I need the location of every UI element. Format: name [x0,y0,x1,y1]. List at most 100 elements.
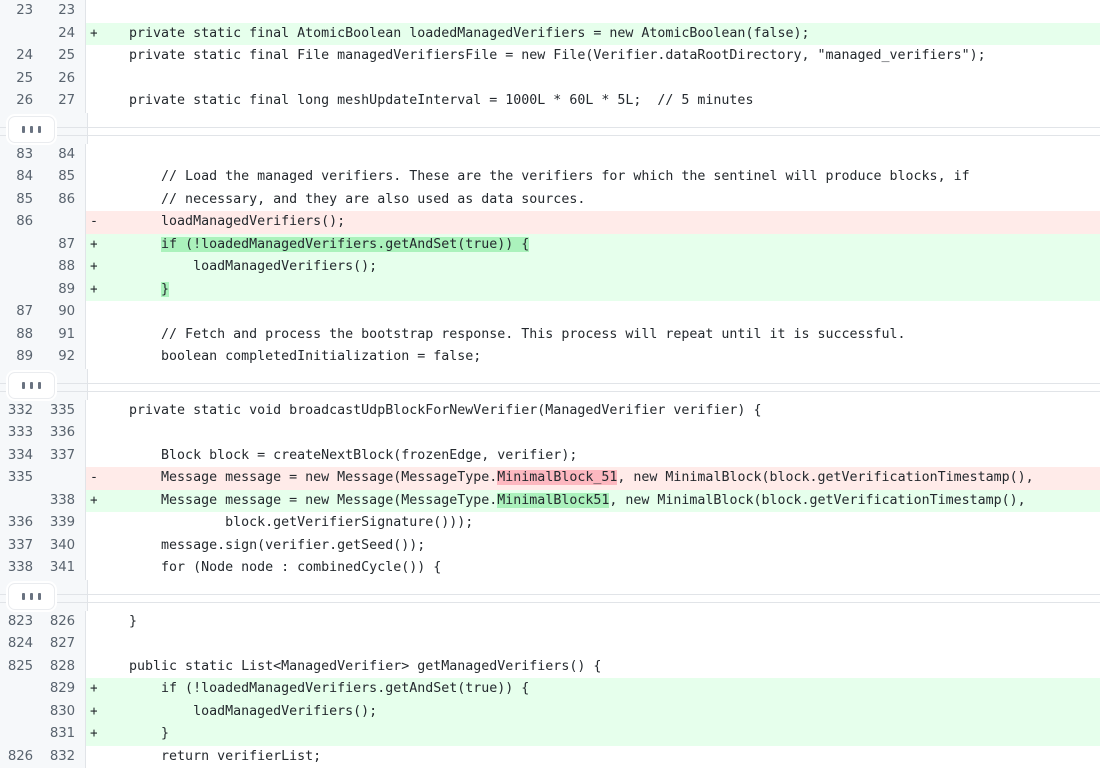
old-line-number[interactable]: 85 [0,188,43,211]
code-line[interactable]: for (Node node : combinedCycle()) { [97,557,1100,580]
old-line-number[interactable]: 824 [0,633,43,656]
old-line-number[interactable] [0,489,43,512]
code-text: } [97,613,138,629]
old-line-number[interactable]: 88 [0,323,43,346]
new-line-number[interactable]: 23 [43,0,86,23]
new-line-number[interactable]: 27 [43,90,86,113]
old-line-number[interactable]: 26 [0,90,43,113]
new-line-number[interactable]: 336 [43,422,86,445]
code-line[interactable]: loadManagedVerifiers(); [97,211,1100,234]
diff-row: 89 92 boolean completedInitialization = f… [0,346,1100,369]
new-line-number[interactable]: 89 [43,278,86,301]
new-line-number[interactable]: 337 [43,444,86,467]
code-line[interactable]: loadManagedVerifiers(); [97,256,1100,279]
new-line-number[interactable]: 24 [43,22,86,45]
old-line-number[interactable]: 84 [0,166,43,189]
code-line[interactable] [97,0,1100,23]
new-line-number[interactable]: 832 [43,745,86,768]
code-line[interactable]: } [97,278,1100,301]
code-line[interactable]: if (!loadedManagedVerifiers.getAndSet(tr… [97,678,1100,701]
old-line-number[interactable]: 86 [0,211,43,234]
new-line-number[interactable]: 86 [43,188,86,211]
old-line-number[interactable]: 24 [0,45,43,68]
code-line[interactable]: } [97,610,1100,633]
old-line-number[interactable]: 89 [0,346,43,369]
old-line-number[interactable]: 83 [0,143,43,166]
expand-hunk-button[interactable] [8,371,55,399]
code-line[interactable] [97,422,1100,445]
new-line-number[interactable]: 341 [43,557,86,580]
code-line[interactable]: private static final AtomicBoolean loade… [97,22,1100,45]
new-line-number[interactable] [43,467,86,490]
old-line-number[interactable]: 333 [0,422,43,445]
code-line[interactable] [97,67,1100,90]
old-line-number[interactable]: 25 [0,67,43,90]
code-line[interactable]: block.getVerifierSignature())); [97,512,1100,535]
code-text: Message message = new Message(MessageTyp… [97,492,498,508]
new-line-number[interactable]: 91 [43,323,86,346]
new-line-number[interactable]: 828 [43,655,86,678]
diff-row: 337 340 message.sign(verifier.getSeed()); [0,534,1100,557]
old-line-number[interactable] [0,278,43,301]
diff-marker: + [86,22,98,45]
new-line-number[interactable]: 85 [43,166,86,189]
old-line-number[interactable]: 826 [0,745,43,768]
code-line[interactable]: // Fetch and process the bootstrap respo… [97,323,1100,346]
old-line-number[interactable] [0,700,43,723]
code-line[interactable]: Message message = new Message(MessageTyp… [97,467,1100,490]
code-line[interactable]: loadManagedVerifiers(); [97,700,1100,723]
new-line-number[interactable]: 830 [43,700,86,723]
old-line-number[interactable] [0,723,43,746]
new-line-number[interactable]: 88 [43,256,86,279]
code-line[interactable]: } [97,723,1100,746]
new-line-number[interactable]: 827 [43,633,86,656]
new-line-number[interactable]: 829 [43,678,86,701]
code-line[interactable]: Block block = createNextBlock(frozenEdge… [97,444,1100,467]
old-line-number[interactable]: 332 [0,399,43,422]
new-line-number[interactable]: 90 [43,301,86,324]
code-line[interactable]: boolean completedInitialization = false; [97,346,1100,369]
new-line-number[interactable]: 335 [43,399,86,422]
new-line-number[interactable]: 831 [43,723,86,746]
code-line[interactable]: return verifierList; [97,745,1100,768]
new-line-number[interactable]: 338 [43,489,86,512]
expand-hunk-button[interactable] [8,582,55,610]
old-line-number[interactable]: 335 [0,467,43,490]
new-line-number[interactable]: 339 [43,512,86,535]
old-line-number[interactable]: 87 [0,301,43,324]
code-line[interactable]: private static void broadcastUdpBlockFor… [97,399,1100,422]
old-line-number[interactable]: 337 [0,534,43,557]
old-line-number[interactable]: 338 [0,557,43,580]
new-line-number[interactable] [43,211,86,234]
code-line[interactable]: if (!loadedManagedVerifiers.getAndSet(tr… [97,233,1100,256]
new-line-number[interactable]: 84 [43,143,86,166]
old-line-number[interactable]: 823 [0,610,43,633]
expand-hunk-button[interactable] [8,115,55,143]
word-added: } [161,281,170,297]
code-line[interactable]: public static List<ManagedVerifier> getM… [97,655,1100,678]
new-line-number[interactable]: 826 [43,610,86,633]
new-line-number[interactable]: 25 [43,45,86,68]
code-line[interactable]: // Load the managed verifiers. These are… [97,166,1100,189]
old-line-number[interactable] [0,256,43,279]
new-line-number[interactable]: 340 [43,534,86,557]
new-line-number[interactable]: 87 [43,233,86,256]
old-line-number[interactable]: 825 [0,655,43,678]
old-line-number[interactable]: 334 [0,444,43,467]
code-line[interactable] [97,633,1100,656]
old-line-number[interactable] [0,22,43,45]
new-line-number[interactable]: 26 [43,67,86,90]
code-line[interactable] [97,143,1100,166]
code-line[interactable]: // necessary, and they are also used as … [97,188,1100,211]
old-line-number[interactable] [0,233,43,256]
code-line[interactable] [97,301,1100,324]
new-line-number[interactable]: 92 [43,346,86,369]
old-line-number[interactable] [0,678,43,701]
code-line[interactable]: private static final File managedVerifie… [97,45,1100,68]
old-line-number[interactable]: 336 [0,512,43,535]
old-line-number[interactable]: 23 [0,0,43,23]
code-line[interactable]: message.sign(verifier.getSeed()); [97,534,1100,557]
code-line[interactable]: Message message = new Message(MessageTyp… [97,489,1100,512]
code-line[interactable]: private static final long meshUpdateInte… [97,90,1100,113]
diff-hunk: 332 335 private static void broadcastUdpB… [0,399,1100,580]
